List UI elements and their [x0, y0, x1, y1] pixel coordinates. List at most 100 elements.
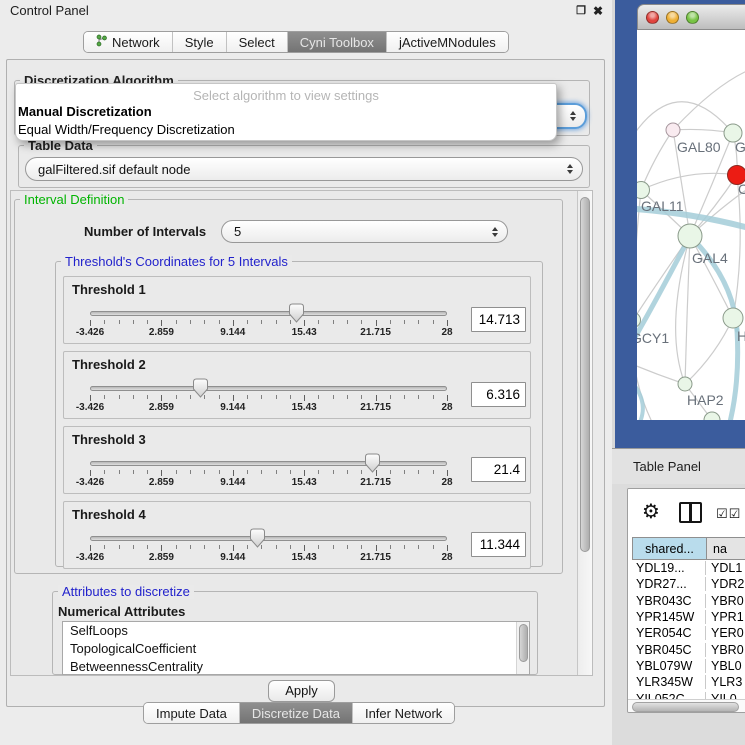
numerical-attributes-list: SelfLoops TopologicalCoefficient Between… — [62, 621, 530, 675]
threshold-value-input[interactable] — [471, 307, 526, 332]
table-cell[interactable]: YBR0 — [706, 594, 745, 608]
close-icon[interactable]: ✖ — [593, 4, 603, 18]
top-tab[interactable]: Network — [84, 32, 173, 52]
top-tab[interactable]: jActiveMNodules — [387, 32, 508, 52]
table-cell[interactable]: YIL052C — [632, 692, 706, 699]
table-cell[interactable]: YLR3 — [706, 675, 745, 689]
network-node[interactable] — [678, 224, 702, 248]
combo-stepper-icon — [492, 227, 498, 237]
table-cell[interactable]: YBR0 — [706, 643, 745, 657]
slider-track[interactable] — [90, 386, 447, 391]
table-row[interactable]: YPR145W YPR1 — [632, 609, 745, 625]
float-window-icon[interactable]: ❐ — [576, 4, 586, 18]
maximize-traffic-light[interactable] — [686, 11, 699, 24]
tab-label: Style — [185, 35, 214, 50]
gear-icon[interactable]: ⚙ — [642, 500, 660, 522]
table-row[interactable]: YDL19... YDL1 — [632, 560, 745, 576]
slider-track[interactable] — [90, 461, 447, 466]
table-row[interactable]: YIL052C YIL0 — [632, 690, 745, 699]
table-row[interactable]: YER054C YER0 — [632, 625, 745, 641]
popup-option-manual[interactable]: Manual Discretization — [18, 104, 152, 119]
table-panel-title: Table Panel — [633, 459, 701, 474]
table-cell[interactable]: YER054C — [632, 626, 706, 640]
popup-placeholder: Select algorithm to view settings — [16, 88, 556, 103]
attributes-list-scrollbar-thumb[interactable] — [519, 624, 528, 662]
attribute-list-item[interactable]: BetweennessCentrality — [63, 658, 529, 675]
top-tab[interactable]: Select — [227, 32, 288, 52]
slider-thumb[interactable] — [192, 378, 209, 398]
vertical-scrollbar-thumb[interactable] — [580, 197, 590, 552]
tab-label: Cyni Toolbox — [300, 35, 374, 50]
split-columns-icon[interactable] — [679, 502, 702, 523]
column-header-shared[interactable]: shared... — [632, 537, 706, 560]
select-columns-checkboxes-icon[interactable]: ☑☑ — [716, 507, 741, 522]
top-tab[interactable]: Style — [173, 32, 227, 52]
table-cell[interactable]: YDR27... — [632, 577, 706, 591]
table-cell[interactable]: YBL079W — [632, 659, 706, 673]
table-cell[interactable]: YDL19... — [632, 561, 706, 575]
table-cell[interactable]: YER0 — [706, 626, 745, 640]
network-edge — [641, 130, 673, 190]
horizontal-scrollbar[interactable] — [628, 699, 745, 712]
bottom-tab[interactable]: Discretize Data — [240, 703, 353, 723]
table-cell[interactable]: YIL0 — [706, 692, 745, 699]
minimize-traffic-light[interactable] — [666, 11, 679, 24]
table-row[interactable]: YBR043C YBR0 — [632, 593, 745, 609]
table-cell[interactable]: YPR145W — [632, 610, 706, 624]
table-data-combobox[interactable]: galFiltered.sif default node — [25, 157, 583, 181]
threshold-value-input[interactable] — [471, 382, 526, 407]
thresholds-group-label: Threshold's Coordinates for 5 Intervals — [61, 255, 292, 269]
threshold-title: Threshold 3 — [72, 432, 146, 447]
slider-thumb[interactable] — [364, 453, 381, 473]
slider-track[interactable] — [90, 311, 447, 316]
table-cell[interactable]: YBR043C — [632, 594, 706, 608]
attributes-list-scrollbar[interactable] — [516, 622, 529, 674]
slider-thumb[interactable] — [249, 528, 266, 548]
table-panel-titlebar: Table Panel — [612, 448, 745, 484]
table-row[interactable]: YDR27... YDR2 — [632, 576, 745, 592]
number-of-intervals-combobox[interactable]: 5 — [221, 220, 508, 243]
threshold-title: Threshold 1 — [72, 282, 146, 297]
table-row[interactable]: YLR345W YLR3 — [632, 674, 745, 690]
attribute-list-item[interactable]: SelfLoops — [63, 622, 529, 640]
table-row[interactable]: YBL079W YBL0 — [632, 658, 745, 674]
popup-option-equal-width[interactable]: Equal Width/Frequency Discretization — [18, 122, 235, 137]
threshold-block: Threshold 2 -3.4262.8599.14415.4321.7152… — [63, 351, 531, 419]
network-node[interactable] — [637, 182, 650, 199]
network-icon — [96, 34, 107, 50]
threshold-value-input[interactable] — [471, 532, 526, 557]
bottom-tab[interactable]: Impute Data — [144, 703, 240, 723]
vertical-scrollbar[interactable] — [577, 191, 592, 675]
tab-label: Impute Data — [156, 706, 227, 721]
table-cell[interactable]: YBR045C — [632, 643, 706, 657]
tab-label: jActiveMNodules — [399, 35, 496, 50]
threshold-block: Threshold 3 -3.4262.8599.14415.4321.7152… — [63, 426, 531, 494]
threshold-block: Threshold 4 -3.4262.8599.14415.4321.7152… — [63, 501, 531, 569]
algorithm-dropdown-popup: Select algorithm to view settings Manual… — [15, 83, 557, 141]
column-header-name[interactable]: na — [706, 537, 745, 560]
network-node-label: GA — [735, 139, 745, 155]
threshold-value-input[interactable] — [471, 457, 526, 482]
network-node[interactable] — [723, 308, 743, 328]
horizontal-scrollbar-thumb[interactable] — [632, 702, 739, 712]
table-cell[interactable]: YDL1 — [706, 561, 745, 575]
table-cell[interactable]: YDR2 — [706, 577, 745, 591]
table-cell[interactable]: YBL0 — [706, 659, 745, 673]
network-edge — [685, 236, 690, 384]
table-panel: ⚙ ☑☑ shared... na YDL19... YDL1 YDR27...… — [627, 488, 745, 713]
network-node[interactable] — [666, 123, 680, 137]
top-tab[interactable]: Cyni Toolbox — [288, 32, 387, 52]
apply-button[interactable]: Apply — [268, 680, 335, 702]
slider-track[interactable] — [90, 536, 447, 541]
attribute-list-item[interactable]: TopologicalCoefficient — [63, 640, 529, 658]
network-node-label: GAL4 — [692, 250, 728, 266]
network-node[interactable] — [678, 377, 692, 391]
table-cell[interactable]: YLR345W — [632, 675, 706, 689]
table-data-value: galFiltered.sif default node — [38, 158, 190, 180]
bottom-tab[interactable]: Infer Network — [353, 703, 454, 723]
close-traffic-light[interactable] — [646, 11, 659, 24]
table-row[interactable]: YBR045C YBR0 — [632, 641, 745, 657]
network-canvas[interactable]: GAL80GACGAL11GAL4GCY1HHAP2 — [637, 30, 745, 420]
network-window-titlebar[interactable] — [637, 4, 745, 30]
table-cell[interactable]: YPR1 — [706, 610, 745, 624]
